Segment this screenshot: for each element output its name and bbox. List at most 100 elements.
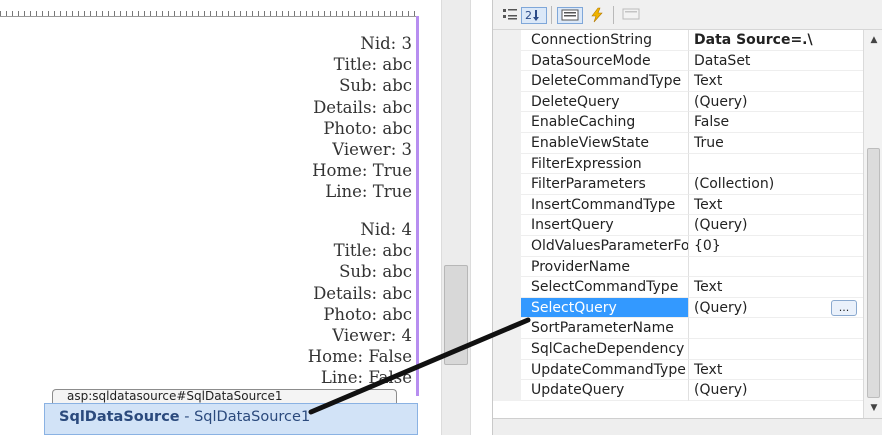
property-gutter — [493, 359, 521, 381]
properties-window: 2 ConnectionString Data Source=.\ DataSour… — [492, 0, 882, 435]
property-row[interactable]: InsertQuery (Query) — [493, 215, 863, 236]
property-value[interactable]: (Query) — [689, 92, 863, 113]
record-field: Nid: 3 — [360, 34, 412, 53]
property-value-text: Text — [694, 361, 723, 378]
property-value-text: (Collection) — [694, 176, 775, 193]
property-value[interactable]: (Query)... — [689, 298, 863, 319]
property-gutter — [493, 30, 521, 51]
property-value-text: Data Source=.\ — [694, 32, 813, 48]
property-value[interactable]: (Query) — [689, 380, 863, 401]
property-value-text: (Query) — [694, 299, 748, 316]
property-pages-icon[interactable] — [619, 7, 643, 24]
property-row[interactable]: DeleteQuery (Query) — [493, 91, 863, 113]
property-value-text: False — [694, 114, 730, 131]
property-value[interactable]: DataSet — [689, 51, 863, 72]
property-row[interactable]: SqlCacheDependency — [493, 338, 863, 360]
alphabetical-icon[interactable]: 2 — [521, 7, 547, 24]
property-value-text: {0} — [694, 237, 721, 254]
ellipsis-button[interactable]: ... — [831, 299, 857, 316]
property-name[interactable]: EnableCaching — [521, 112, 689, 133]
property-value[interactable]: False — [689, 112, 863, 133]
property-name[interactable]: EnableViewState — [521, 132, 689, 154]
lightning-icon[interactable] — [587, 7, 607, 24]
property-row[interactable]: SelectCommandType Text — [493, 277, 863, 298]
designer-scroll-thumb[interactable] — [444, 265, 468, 365]
scroll-up-icon[interactable]: ▲ — [864, 32, 882, 48]
property-value[interactable]: (Query) — [689, 215, 863, 236]
record-field: Details: abc — [313, 283, 412, 303]
property-row[interactable]: SortParameterName — [493, 318, 863, 339]
property-row[interactable]: SelectQuery (Query)... — [493, 297, 863, 319]
property-name[interactable]: InsertQuery — [521, 215, 689, 236]
property-name[interactable]: InsertCommandType — [521, 194, 689, 216]
property-row[interactable]: FilterExpression — [493, 153, 863, 175]
property-name[interactable]: DeleteQuery — [521, 91, 689, 113]
properties-scroll-thumb[interactable] — [867, 148, 880, 398]
property-value[interactable]: Text — [689, 71, 863, 92]
property-name[interactable]: SelectQuery — [521, 297, 689, 319]
property-value[interactable] — [689, 257, 863, 278]
description-pane — [493, 418, 882, 435]
property-value[interactable] — [689, 154, 863, 175]
designer-vertical-scrollbar[interactable] — [441, 0, 471, 435]
property-name[interactable]: OldValuesParameterFormatString — [521, 235, 689, 257]
property-name[interactable]: UpdateCommandType — [521, 359, 689, 381]
property-gutter — [493, 71, 521, 92]
property-name[interactable]: ProviderName — [521, 256, 689, 278]
property-gutter — [493, 215, 521, 236]
property-value[interactable]: Data Source=.\ — [689, 30, 863, 51]
property-value-text: (Query) — [694, 382, 748, 399]
record-field: Home: False — [307, 347, 412, 367]
property-value[interactable]: Text — [689, 360, 863, 381]
property-name[interactable]: ConnectionString — [521, 30, 689, 51]
property-name[interactable]: SqlCacheDependency — [521, 338, 689, 360]
record-field: Sub: abc — [339, 76, 412, 96]
record-field: Line: False — [320, 368, 412, 388]
property-gutter — [493, 174, 521, 195]
property-row[interactable]: UpdateCommandType Text — [493, 359, 863, 381]
properties-icon[interactable] — [557, 7, 583, 24]
record-field: Home: True — [312, 161, 412, 181]
property-gutter — [493, 50, 521, 72]
properties-toolbar: 2 — [493, 0, 882, 30]
property-row[interactable]: UpdateQuery (Query) — [493, 380, 863, 401]
categorized-icon[interactable] — [501, 7, 519, 24]
property-row[interactable]: EnableViewState True — [493, 132, 863, 154]
properties-vertical-scrollbar[interactable]: ▲ ▼ — [863, 30, 882, 418]
property-value-text: Text — [694, 196, 723, 213]
record-field: Photo: abc — [323, 304, 412, 324]
property-row[interactable]: OldValuesParameterFormatString {0} — [493, 235, 863, 257]
sqldatasource-control[interactable]: SqlDataSource - SqlDataSource1 — [44, 403, 418, 435]
property-name[interactable]: DataSourceMode — [521, 50, 689, 72]
property-name[interactable]: UpdateQuery — [521, 380, 689, 401]
design-surface[interactable]: > Nid: 3Title: abcSub: abcDetails: abcPh… — [0, 0, 420, 435]
record-field: Photo: abc — [323, 118, 412, 138]
property-value[interactable]: Text — [689, 277, 863, 298]
property-row[interactable]: FilterParameters (Collection) — [493, 174, 863, 195]
property-row[interactable]: EnableCaching False — [493, 112, 863, 133]
control-type: SqlDataSource — [59, 409, 180, 425]
property-value[interactable]: True — [689, 133, 863, 154]
property-gutter — [493, 380, 521, 401]
property-gutter — [493, 235, 521, 257]
ruler — [0, 8, 418, 17]
property-value[interactable] — [689, 339, 863, 360]
property-value[interactable]: {0} — [689, 236, 863, 257]
property-gutter — [493, 194, 521, 216]
property-name[interactable]: DeleteCommandType — [521, 71, 689, 92]
repeater-border — [416, 16, 419, 396]
property-row[interactable]: ProviderName — [493, 256, 863, 278]
scroll-down-icon[interactable]: ▼ — [864, 400, 882, 416]
property-gutter — [493, 297, 521, 319]
property-name[interactable]: FilterParameters — [521, 174, 689, 195]
property-row[interactable]: InsertCommandType Text — [493, 194, 863, 216]
property-row[interactable]: DataSourceMode DataSet — [493, 50, 863, 72]
property-row[interactable]: ConnectionString Data Source=.\ — [493, 30, 863, 51]
property-name[interactable]: FilterExpression — [521, 153, 689, 175]
property-value[interactable]: Text — [689, 195, 863, 216]
property-value[interactable]: (Collection) — [689, 174, 863, 195]
property-name[interactable]: SelectCommandType — [521, 277, 689, 298]
property-row[interactable]: DeleteCommandType Text — [493, 71, 863, 92]
property-value[interactable] — [689, 318, 863, 339]
property-name[interactable]: SortParameterName — [521, 318, 689, 339]
